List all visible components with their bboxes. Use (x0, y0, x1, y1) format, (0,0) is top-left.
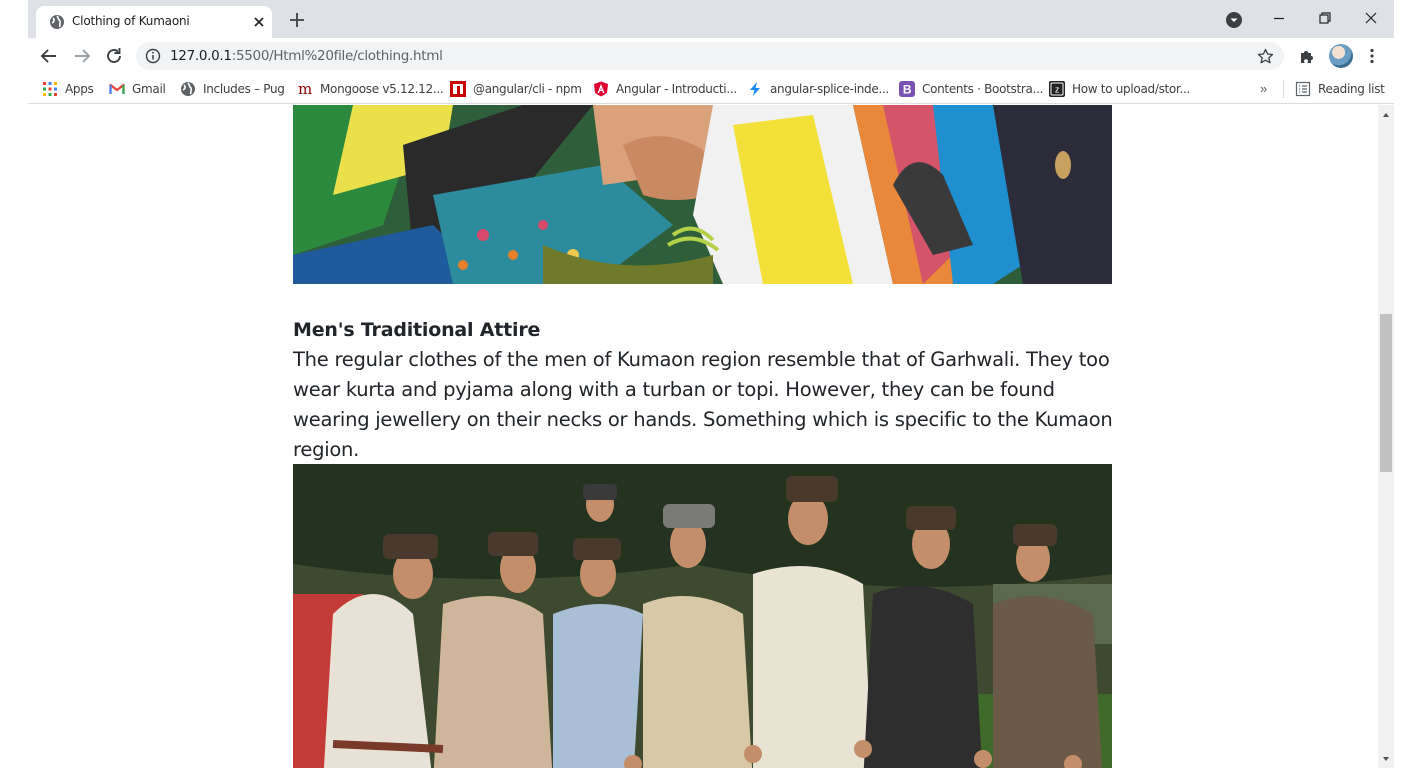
navigation-toolbar: 127.0.0.1:5500/Html%20file/clothing.html (28, 38, 1394, 74)
extensions-puzzle-icon[interactable] (1298, 47, 1316, 65)
apps-grid-icon (42, 81, 58, 97)
url-path: :5500/Html%20file/clothing.html (231, 48, 443, 64)
tab-search-icon[interactable] (1225, 11, 1243, 29)
address-bar[interactable]: 127.0.0.1:5500/Html%20file/clothing.html (136, 42, 1284, 70)
scroll-down-arrow-icon[interactable] (1382, 755, 1390, 763)
reading-list-icon (1295, 81, 1311, 97)
npm-icon (450, 81, 466, 97)
url-text: 127.0.0.1:5500/Html%20file/clothing.html (170, 48, 443, 64)
bookmark-star-icon[interactable] (1257, 48, 1274, 65)
bookmark-label: @angular/cli - npm (473, 82, 582, 96)
forward-icon[interactable] (71, 45, 93, 67)
z-icon: z (1049, 81, 1065, 97)
bookmark-label: Mongoose v5.12.12... (320, 82, 444, 96)
bookmark-how-to-upload[interactable]: z How to upload/stor... (1049, 80, 1190, 98)
bookmark-angular-splice[interactable]: angular-splice-inde... (747, 80, 889, 98)
gmail-icon (109, 81, 125, 97)
globe-icon (180, 81, 196, 97)
bookmark-label: Includes – Pug (203, 82, 285, 96)
more-menu-icon[interactable] (1363, 47, 1381, 65)
bookmark-gmail[interactable]: Gmail (109, 80, 166, 98)
bookmark-angular-intro[interactable]: Angular - Introducti... (593, 80, 737, 98)
bookmark-angular-cli-npm[interactable]: @angular/cli - npm (450, 80, 582, 98)
bookmark-label: angular-splice-inde... (770, 82, 889, 96)
women-attire-photo (293, 105, 1112, 284)
bookmark-label: How to upload/stor... (1072, 82, 1191, 96)
bookmark-label: Apps (65, 82, 94, 96)
close-window-icon[interactable] (1361, 8, 1381, 28)
svg-text:B: B (903, 83, 912, 97)
reading-list-label: Reading list (1318, 82, 1385, 96)
men-attire-photo (293, 464, 1112, 768)
site-info-icon[interactable] (145, 48, 161, 64)
bookmarks-divider (1283, 80, 1284, 98)
browser-window: Clothing of Kumaoni 127.0.0.1:5500/Html%… (28, 0, 1394, 768)
globe-icon (50, 15, 64, 29)
new-tab-icon[interactable] (287, 10, 307, 30)
close-tab-icon[interactable] (250, 13, 268, 31)
profile-avatar[interactable] (1329, 44, 1353, 68)
url-host: 127.0.0.1 (170, 48, 232, 64)
reading-list-button[interactable]: Reading list (1295, 80, 1385, 98)
bootstrap-icon: B (899, 81, 915, 97)
scrollbar-thumb[interactable] (1380, 314, 1392, 472)
scroll-up-arrow-icon[interactable] (1382, 111, 1390, 119)
bookmark-bootstrap[interactable]: B Contents · Bootstra... (899, 80, 1043, 98)
mongoose-icon: m (298, 80, 312, 98)
lightning-icon (747, 81, 763, 97)
restore-icon[interactable] (1315, 8, 1335, 28)
bookmark-label: Angular - Introducti... (616, 82, 737, 96)
bookmark-includes-pug[interactable]: Includes – Pug (180, 80, 285, 98)
angular-icon (593, 81, 609, 97)
tab-active[interactable]: Clothing of Kumaoni (36, 6, 272, 38)
minimize-icon[interactable] (1269, 8, 1289, 28)
bookmark-apps[interactable]: Apps (42, 80, 94, 98)
page-viewport: Men's Traditional Attire The regular clo… (28, 105, 1378, 768)
tab-title: Clothing of Kumaoni (72, 14, 190, 28)
more-bookmarks-chevron-icon[interactable]: » (1260, 81, 1276, 97)
reload-icon[interactable] (103, 45, 125, 67)
section-heading: Men's Traditional Attire (293, 319, 541, 341)
bookmark-mongoose[interactable]: m Mongoose v5.12.12... (297, 80, 444, 98)
tab-strip: Clothing of Kumaoni (28, 0, 1394, 38)
back-icon[interactable] (38, 45, 60, 67)
vertical-scrollbar[interactable] (1378, 105, 1394, 768)
bookmark-label: Contents · Bootstra... (922, 82, 1044, 96)
bookmark-label: Gmail (132, 82, 166, 96)
section-paragraph: The regular clothes of the men of Kumaon… (293, 348, 1113, 461)
bookmarks-bar: Apps Gmail Includes – Pug m Mongoose v5.… (28, 74, 1394, 104)
